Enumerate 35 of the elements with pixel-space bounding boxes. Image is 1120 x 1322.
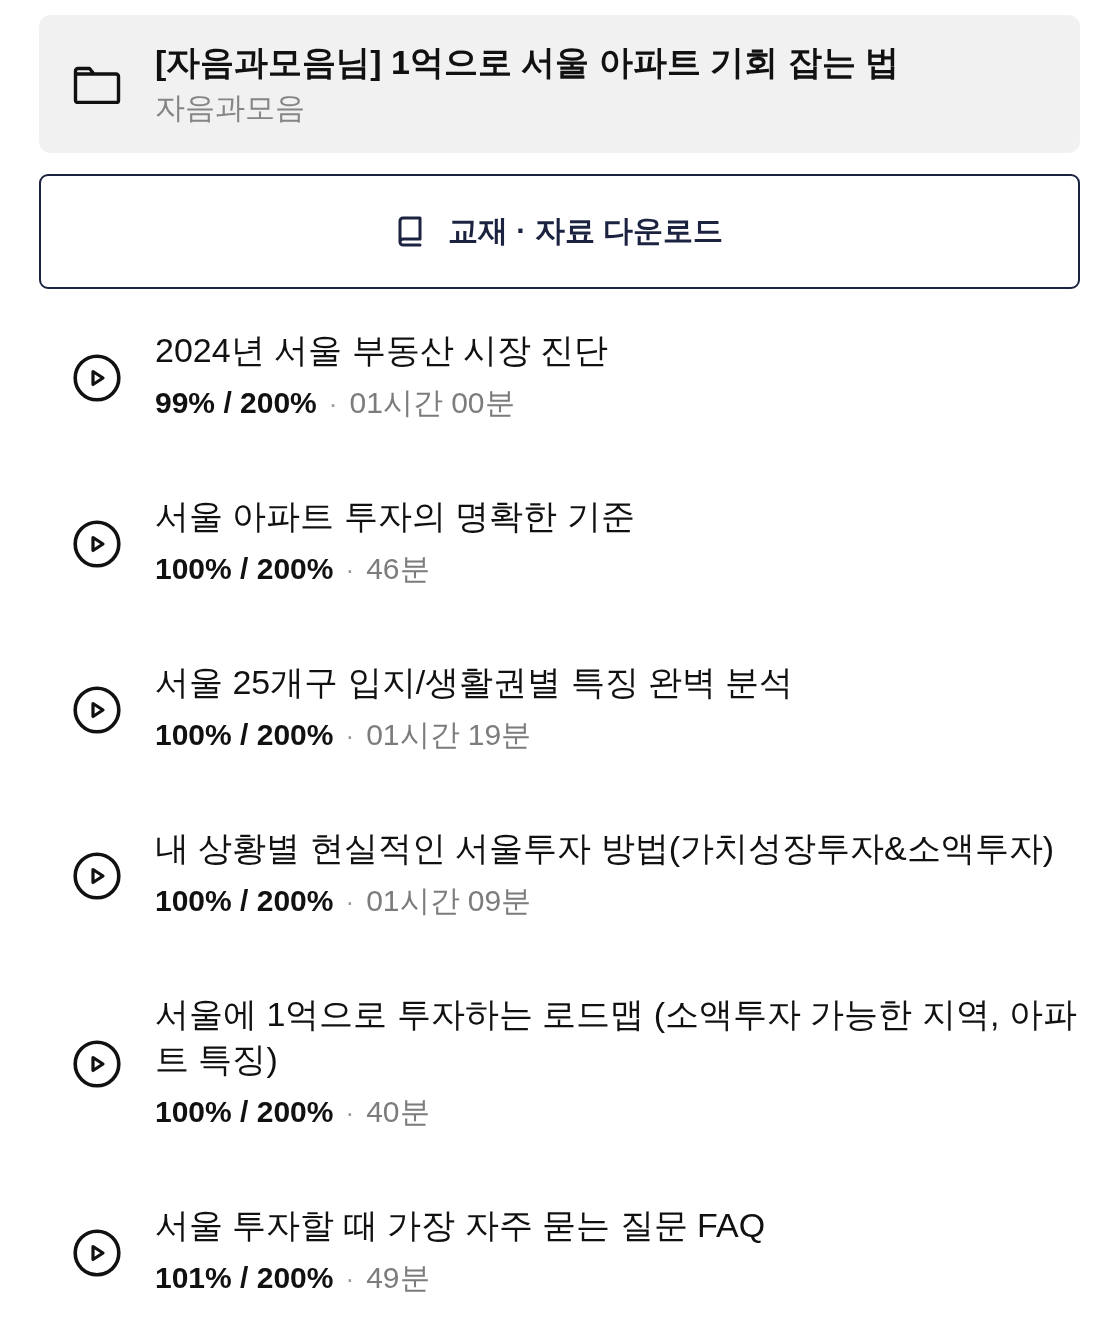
folder-icon [73,66,121,104]
book-icon [396,215,424,248]
play-icon[interactable] [73,519,121,568]
lecture-title[interactable]: 2024년 서울 부동산 시장 진단 [155,328,609,373]
progress-text: 100% / 200% [155,883,334,919]
progress-text: 101% / 200% [155,1260,334,1296]
lecture-title[interactable]: 서울 25개구 입지/생활권별 특징 완벽 분석 [155,660,794,705]
duration-text: 01시간 19분 [366,717,532,753]
duration-text: 40분 [366,1094,430,1130]
separator-dot: · [345,1263,355,1296]
course-title: [자음과모음님] 1억으로 서울 아파트 기회 잡는 법 [155,42,900,83]
duration-text: 46분 [366,551,430,587]
lecture-title[interactable]: 내 상황별 현실적인 서울투자 방법(가치성장투자&소액투자) [155,826,1055,871]
download-button[interactable]: 교재 · 자료 다운로드 [39,174,1080,289]
duration-text: 01시간 00분 [349,385,515,421]
progress-text: 100% / 200% [155,1094,334,1130]
separator-dot: · [345,554,355,587]
instructor-name: 자음과모음 [155,90,305,126]
separator-dot: · [345,1097,355,1130]
separator-dot: · [345,886,355,919]
play-icon[interactable] [73,1040,121,1088]
separator-dot: · [345,720,355,753]
lecture-title[interactable]: 서울에 1억으로 투자하는 로드맵 (소액투자 가능한 지역, 아파트 특징) [155,992,1080,1082]
play-icon[interactable] [73,685,121,734]
play-icon[interactable] [73,353,121,402]
progress-text: 100% / 200% [155,717,334,753]
progress-text: 100% / 200% [155,551,334,587]
play-icon[interactable] [73,851,121,900]
duration-text: 49분 [366,1260,430,1296]
lecture-title[interactable]: 서울 투자할 때 가장 자주 묻는 질문 FAQ [155,1203,766,1248]
lecture-title[interactable]: 서울 아파트 투자의 명확한 기준 [155,494,635,539]
progress-text: 99% / 200% [155,385,317,421]
duration-text: 01시간 09분 [366,883,532,919]
separator-dot: · [328,388,338,421]
play-icon[interactable] [73,1228,121,1277]
